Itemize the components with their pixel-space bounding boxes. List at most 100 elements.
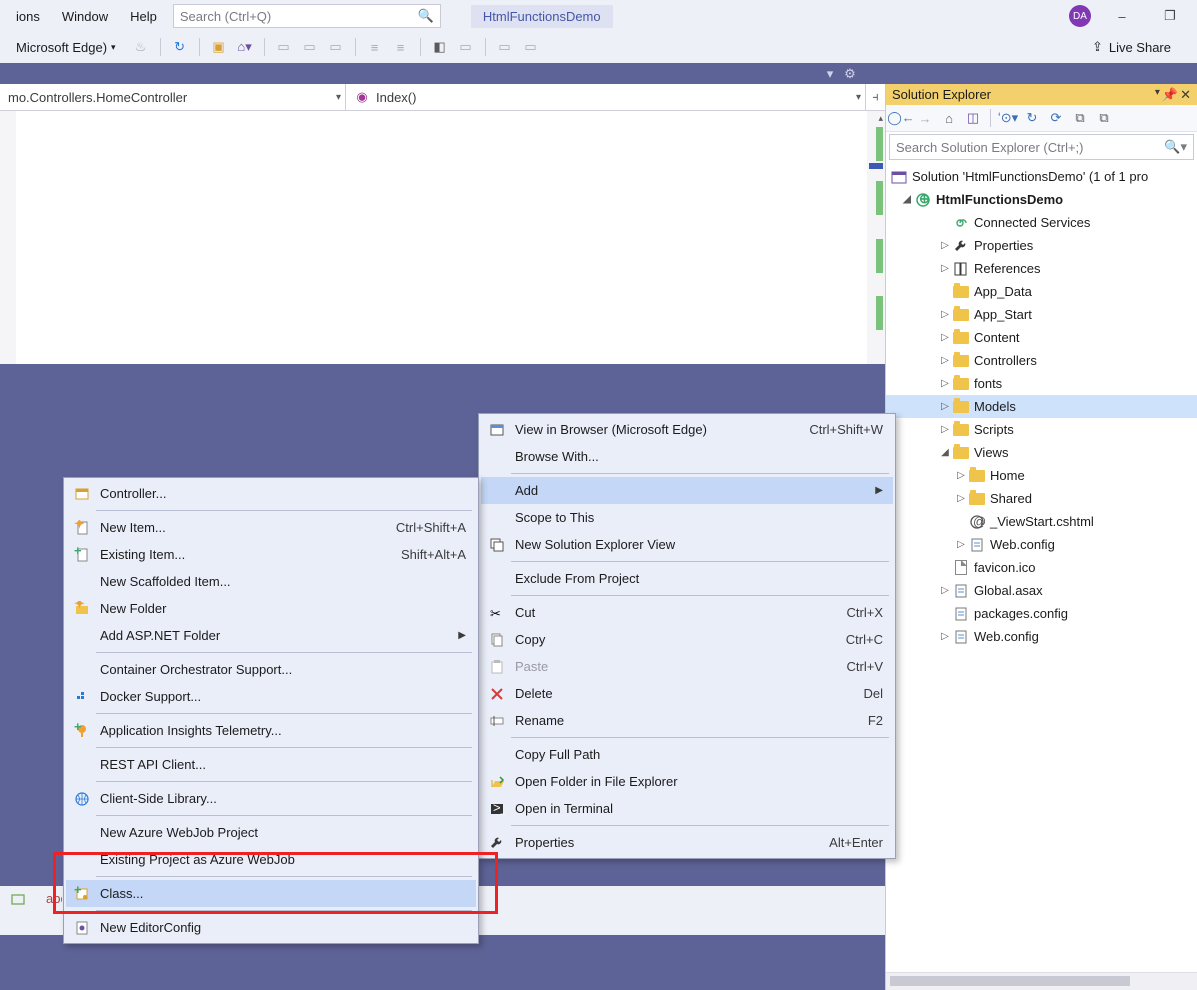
menu-item[interactable]: +Existing Item...Shift+Alt+A [66, 541, 476, 568]
menu-item[interactable]: +Class... [66, 880, 476, 907]
gear-icon[interactable]: ⚙ [841, 65, 859, 83]
horizontal-scrollbar[interactable] [886, 972, 1197, 990]
collapse-all-icon[interactable]: ⟳ [1045, 107, 1067, 129]
restore-button[interactable]: ❐ [1153, 4, 1187, 28]
refresh-icon[interactable]: ↻ [169, 36, 191, 58]
menu-item[interactable]: Copy Full Path [481, 741, 893, 768]
search-box[interactable]: Search (Ctrl+Q) 🔍 [173, 4, 441, 28]
expander-icon[interactable]: ▷ [954, 493, 968, 504]
indent-icon[interactable]: ≡ [364, 36, 386, 58]
home-icon[interactable]: ⌂▾ [234, 36, 256, 58]
expander-icon[interactable]: ◢ [938, 447, 952, 458]
tree-node[interactable]: ▷Controllers [886, 349, 1197, 372]
tool-icon[interactable]: ▭ [299, 36, 321, 58]
split-editor-icon[interactable]: ⫞ [865, 84, 885, 110]
tree-node[interactable]: ▷Web.config [886, 625, 1197, 648]
menu-item[interactable]: REST API Client... [66, 751, 476, 778]
tree-node[interactable]: ▷Web.config [886, 533, 1197, 556]
menu-item[interactable]: Add ASP.NET Folder▶ [66, 622, 476, 649]
expander-icon[interactable]: ▷ [954, 539, 968, 550]
menu-item[interactable]: Client-Side Library... [66, 785, 476, 812]
menu-item[interactable]: Existing Project as Azure WebJob [66, 846, 476, 873]
live-share-button[interactable]: ⇪ Live Share [1092, 39, 1171, 55]
solution-node[interactable]: Solution 'HtmlFunctionsDemo' (1 of 1 pro [886, 165, 1197, 188]
tree-node[interactable]: @_ViewStart.cshtml [886, 510, 1197, 533]
solution-tree[interactable]: Solution 'HtmlFunctionsDemo' (1 of 1 pro… [886, 162, 1197, 972]
menu-item[interactable]: Open Folder in File Explorer [481, 768, 893, 795]
tree-node[interactable]: ▷References [886, 257, 1197, 280]
tree-node[interactable]: Connected Services [886, 211, 1197, 234]
menu-item[interactable]: >_Open in Terminal [481, 795, 893, 822]
expander-icon[interactable]: ▷ [938, 378, 952, 389]
expander-icon[interactable]: ◢ [900, 194, 914, 205]
tool-icon[interactable]: ▭ [325, 36, 347, 58]
minimize-button[interactable]: – [1105, 4, 1139, 28]
bookmark-icon[interactable]: ◧ [429, 36, 451, 58]
show-all-icon[interactable]: ⧉ [1069, 107, 1091, 129]
menu-item[interactable]: CopyCtrl+C [481, 626, 893, 653]
tree-node[interactable]: App_Data [886, 280, 1197, 303]
menu-item[interactable]: New EditorConfig [66, 914, 476, 941]
expander-icon[interactable]: ▷ [938, 263, 952, 274]
fire-icon[interactable]: ♨ [130, 36, 152, 58]
tree-node[interactable]: ▷Properties [886, 234, 1197, 257]
solution-explorer-header[interactable]: Solution Explorer ▾ 📌 ✕ [886, 84, 1197, 105]
pin-icon[interactable]: 📌 [1162, 87, 1178, 103]
tool-icon[interactable]: ▭ [494, 36, 516, 58]
bottom-tab-icon1[interactable] [0, 886, 36, 912]
menu-item[interactable]: ✂CutCtrl+X [481, 599, 893, 626]
expander-icon[interactable]: ▷ [938, 332, 952, 343]
close-icon[interactable]: ✕ [1180, 87, 1191, 103]
menu-item[interactable]: New Scaffolded Item... [66, 568, 476, 595]
expander-icon[interactable]: ▷ [938, 631, 952, 642]
tool-icon[interactable]: ▭ [520, 36, 542, 58]
member-crumb[interactable]: ◉ Index() ▾ [346, 84, 865, 110]
editor-body[interactable]: ▴ [0, 111, 885, 364]
menu-item[interactable]: View in Browser (Microsoft Edge)Ctrl+Shi… [481, 416, 893, 443]
folder-open-icon[interactable]: ▣ [208, 36, 230, 58]
menu-item[interactable]: +Application Insights Telemetry... [66, 717, 476, 744]
expander-icon[interactable]: ▷ [938, 585, 952, 596]
expander-icon[interactable]: ▷ [938, 355, 952, 366]
menu-window[interactable]: Window [52, 5, 118, 28]
scroll-up-icon[interactable]: ▴ [878, 113, 883, 124]
menu-item[interactable]: PropertiesAlt+Enter [481, 829, 893, 856]
panel-dropdown-icon[interactable]: ▾ [1155, 87, 1160, 103]
back-icon[interactable]: ◯← [890, 107, 912, 129]
switch-view-icon[interactable]: ◫ [962, 107, 984, 129]
expander-icon[interactable]: ▷ [938, 424, 952, 435]
project-node[interactable]: ◢ ⊕ HtmlFunctionsDemo [886, 188, 1197, 211]
properties-icon[interactable]: ⧉ [1093, 107, 1115, 129]
tree-node[interactable]: ▷Global.asax [886, 579, 1197, 602]
refresh-icon[interactable]: ↻ [1021, 107, 1043, 129]
tree-node[interactable]: ▷fonts [886, 372, 1197, 395]
tree-node[interactable]: ◢Views [886, 441, 1197, 464]
sync-scope-icon[interactable]: ʻ⊙▾ [997, 107, 1019, 129]
menu-item[interactable]: Browse With... [481, 443, 893, 470]
outdent-icon[interactable]: ≡ [390, 36, 412, 58]
tool-icon[interactable]: ▭ [273, 36, 295, 58]
avatar[interactable]: DA [1069, 5, 1091, 27]
menu-item[interactable]: Exclude From Project [481, 565, 893, 592]
home-icon[interactable]: ⌂ [938, 107, 960, 129]
tree-node[interactable]: ▷Content [886, 326, 1197, 349]
tree-node[interactable]: ▷Shared [886, 487, 1197, 510]
tree-node[interactable]: packages.config [886, 602, 1197, 625]
menu-item[interactable]: ✦New Item...Ctrl+Shift+A [66, 514, 476, 541]
menu-item[interactable]: Controller... [66, 480, 476, 507]
expander-icon[interactable]: ▷ [938, 309, 952, 320]
forward-icon[interactable]: → [914, 107, 936, 129]
comment-icon[interactable]: ▭ [455, 36, 477, 58]
expander-icon[interactable]: ▷ [938, 240, 952, 251]
class-crumb[interactable]: mo.Controllers.HomeController ▾ [0, 84, 346, 110]
scrollbar-thumb[interactable] [890, 976, 1130, 986]
menu-item[interactable]: Docker Support... [66, 683, 476, 710]
menu-item[interactable]: New Solution Explorer View [481, 531, 893, 558]
solution-explorer-search[interactable]: Search Solution Explorer (Ctrl+;) 🔍▾ [889, 134, 1194, 160]
menu-item[interactable]: ✦New Folder [66, 595, 476, 622]
tree-node[interactable]: ▷Models [886, 395, 1197, 418]
tree-node[interactable]: ▷Home [886, 464, 1197, 487]
menu-help[interactable]: Help [120, 5, 167, 28]
menu-item[interactable]: New Azure WebJob Project [66, 819, 476, 846]
expander-icon[interactable]: ▷ [954, 470, 968, 481]
